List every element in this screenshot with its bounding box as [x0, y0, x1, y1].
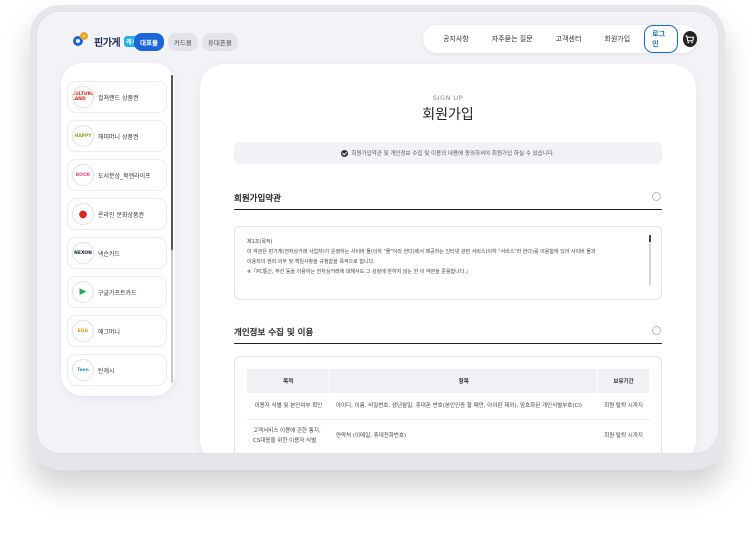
sidebar-item-label: 도서문상_북앤라이프: [98, 172, 151, 180]
device-frame: 핀가게 캐시 대표몰 카드몰 휴대폰몰 공지사항 자주묻는 질문 고객센터 회원…: [36, 11, 719, 454]
eggmoney-logo-icon: EGG: [72, 320, 94, 342]
terms-section-title: 회원가입약관: [234, 194, 281, 204]
table-row: 고객서비스 이용에 관한 통지, CS대응을 위한 이용자 식별 연락처 (이메…: [247, 419, 650, 453]
happymoney-logo-icon: HAPPY: [72, 125, 94, 147]
nexon-logo-icon: NEXON: [72, 242, 94, 264]
check-circle-icon: [341, 149, 349, 157]
table-header: 항목: [329, 369, 599, 393]
sidebar-item-label: 틴캐시: [98, 367, 115, 375]
sidebar-scrollbar[interactable]: [171, 75, 173, 383]
notice-text: 회원가입약관 및 개인정보 수집 및 이용의 내용에 동의하셔야 회원가입 하실…: [351, 151, 555, 157]
table-header: 목적: [247, 369, 331, 393]
terms-line: 제1조(목적): [247, 239, 273, 245]
table-cell: 이용자 식별 및 본인여부 확인: [247, 393, 330, 420]
table-cell: 아이디, 이름, 비밀번호, 생년월일, 휴대폰 번호(본인인증 할 때만, 아…: [329, 393, 598, 420]
table-cell: 회원 탈퇴 시까지: [597, 419, 650, 453]
top-nav: 공지사항 자주묻는 질문 고객센터 회원가입 로그인: [423, 25, 697, 53]
nav-faq[interactable]: 자주묻는 질문: [492, 34, 533, 44]
online-culture-logo-icon: ●: [72, 203, 94, 225]
nav-customer-center[interactable]: 고객센터: [556, 34, 582, 44]
sidebar-item-google-gift[interactable]: ▶ 구글기프트카드: [67, 276, 167, 308]
sidebar-item-label: 넥슨카드: [98, 250, 121, 258]
site-logo[interactable]: 핀가게 캐시: [73, 32, 140, 50]
teencash-logo-icon: Teen: [72, 359, 94, 381]
signup-panel: SIGN UP 회원가입 회원가입약관 및 개인정보 수집 및 이용의 내용에 …: [200, 64, 696, 453]
sidebar-item-label: 에그머니: [98, 328, 121, 336]
sidebar-item-label: 구글기프트카드: [98, 289, 137, 297]
product-sidebar: CULTURE LAND 컬쳐랜드 상품권 HAPPY 해피머니 상품권 BOO…: [61, 63, 175, 396]
table-cell: 연락처 (이메일, 휴대전화번호): [329, 419, 598, 453]
table-cell: 고객서비스 이용에 관한 통지, CS대응을 위한 이용자 식별: [247, 419, 330, 453]
terms-agree-radio[interactable]: [652, 192, 661, 201]
nav-notice[interactable]: 공지사항: [443, 34, 469, 44]
terms-line: 이 약관은 핀가게(전자상거래 사업자)가 운영하는 사이버 몰(이하 "몰"이…: [247, 249, 596, 255]
sidebar-scroll-thumb[interactable]: [171, 75, 173, 250]
table-cell: 회원 탈퇴 시까지: [597, 393, 650, 420]
terms-divider: [234, 209, 662, 210]
table-header-row: 목적 항목 보유기간: [247, 369, 650, 393]
privacy-agree-radio[interactable]: [652, 326, 661, 335]
page-title: 회원가입: [422, 107, 474, 123]
privacy-table-box: 목적 항목 보유기간 이용자 식별 및 본인여부 확인 아이디, 이름, 비밀번…: [234, 356, 662, 453]
signup-notice: 회원가입약관 및 개인정보 수집 및 이용의 내용에 동의하셔야 회원가입 하실…: [234, 142, 662, 164]
sidebar-item-online-culture[interactable]: ● 온라인 문화상품권: [67, 198, 167, 230]
sidebar-item-booknlife[interactable]: BOOK 도서문상_북앤라이프: [67, 159, 167, 191]
table-row: 이용자 식별 및 본인여부 확인 아이디, 이름, 비밀번호, 생년월일, 휴대…: [247, 393, 650, 420]
tab-phone-mall[interactable]: 휴대폰몰: [201, 33, 238, 51]
privacy-divider: [234, 343, 662, 344]
logo-text: 핀가게: [94, 37, 121, 49]
mall-tabs: 대표몰 카드몰 휴대폰몰: [134, 33, 238, 51]
terms-line: ※「PC통신, 무선 등을 이용하는 전자상거래에 대해서도 그 성질에 반하지…: [247, 269, 471, 275]
sidebar-item-eggmoney[interactable]: EGG 에그머니: [67, 315, 167, 347]
terms-line: 이용자의 권리·의무 및 책임사항을 규정함을 목적으로 합니다.: [247, 259, 375, 265]
terms-text-box[interactable]: 제1조(목적) 이 약관은 핀가게(전자상거래 사업자)가 운영하는 사이버 몰…: [234, 226, 662, 300]
terms-scroll-thumb[interactable]: [649, 235, 651, 242]
cart-button[interactable]: [682, 31, 697, 47]
sidebar-item-label: 컬쳐랜드 상품권: [98, 94, 139, 102]
privacy-table: 목적 항목 보유기간 이용자 식별 및 본인여부 확인 아이디, 이름, 비밀번…: [247, 369, 650, 453]
tab-main-mall[interactable]: 대표몰: [134, 33, 164, 51]
sidebar-item-label: 해피머니 상품권: [98, 133, 139, 141]
page-eyebrow: SIGN UP: [432, 94, 464, 102]
cultureland-logo-icon: CULTURE LAND: [72, 86, 94, 108]
sidebar-item-happymoney[interactable]: HAPPY 해피머니 상품권: [67, 120, 167, 152]
sidebar-item-nexon[interactable]: NEXON 넥슨카드: [67, 237, 167, 269]
logo-mark-icon: [73, 32, 91, 50]
sidebar-item-label: 온라인 문화상품권: [98, 211, 145, 219]
sidebar-item-teencash[interactable]: Teen 틴캐시: [67, 354, 167, 386]
sidebar-item-cultureland[interactable]: CULTURE LAND 컬쳐랜드 상품권: [67, 81, 167, 113]
cart-icon: [685, 34, 695, 43]
privacy-section-title: 개인정보 수집 및 이용: [234, 328, 314, 338]
nav-signup[interactable]: 회원가입: [604, 34, 630, 44]
tab-card-mall[interactable]: 카드몰: [167, 33, 198, 51]
table-header: 보유기간: [597, 369, 650, 393]
google-play-logo-icon: ▶: [72, 281, 94, 303]
login-button[interactable]: 로그인: [644, 25, 678, 53]
terms-scrollbar[interactable]: [649, 235, 651, 285]
booknlife-logo-icon: BOOK: [72, 164, 94, 186]
